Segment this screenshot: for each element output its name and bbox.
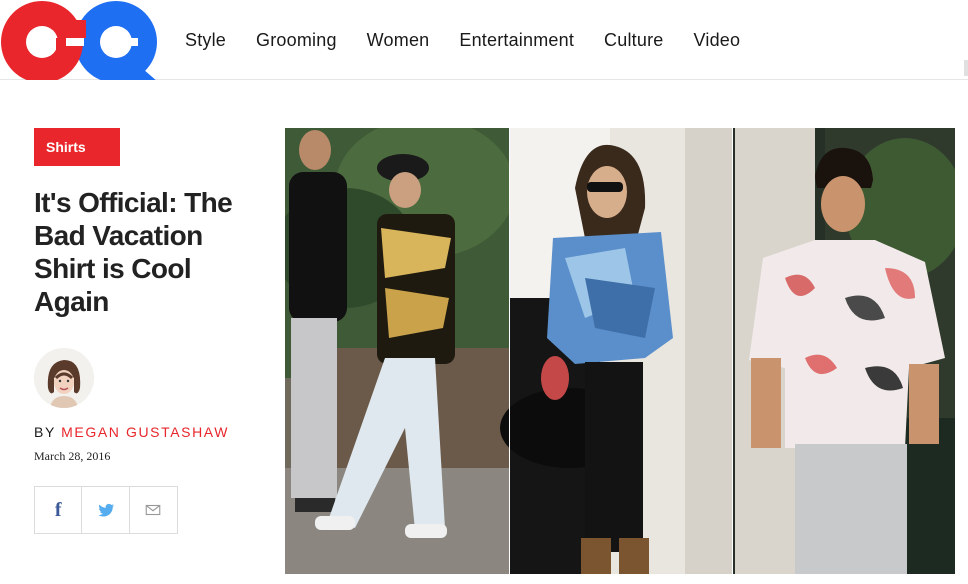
nav-item-women[interactable]: Women (367, 30, 430, 51)
author-avatar[interactable] (34, 348, 94, 408)
share-bar: f (34, 486, 178, 534)
hero-photo-collage (285, 128, 955, 574)
scrollbar-edge[interactable] (964, 60, 968, 76)
site-header: Style Grooming Women Entertainment Cultu… (0, 0, 968, 80)
email-icon (146, 504, 161, 516)
article-headline: It's Official: The Bad Vacation Shirt is… (34, 187, 233, 317)
author-link[interactable]: MEGAN GUSTASHAW (61, 424, 229, 440)
nav-item-entertainment[interactable]: Entertainment (459, 30, 574, 51)
main-nav: Style Grooming Women Entertainment Cultu… (170, 0, 755, 80)
byline-prefix: BY (34, 424, 56, 440)
nav-item-culture[interactable]: Culture (604, 30, 663, 51)
hero-image[interactable] (285, 128, 955, 574)
collage-panel-1 (285, 128, 515, 574)
share-facebook-button[interactable]: f (35, 487, 83, 533)
byline: BY MEGAN GUSTASHAW (34, 424, 229, 440)
nav-item-grooming[interactable]: Grooming (256, 30, 337, 51)
share-email-button[interactable] (130, 487, 177, 533)
category-tag[interactable]: Shirts (34, 128, 120, 166)
share-twitter-button[interactable] (82, 487, 130, 533)
nav-item-style[interactable]: Style (185, 30, 226, 51)
collage-panel-2 (500, 128, 732, 574)
publish-date: March 28, 2016 (34, 449, 111, 463)
facebook-icon: f (54, 498, 62, 521)
gq-logo[interactable] (0, 0, 160, 80)
author-portrait-illustration (34, 348, 94, 408)
nav-item-video[interactable]: Video (693, 30, 740, 51)
collage-panel-3 (733, 128, 955, 574)
twitter-icon (97, 503, 114, 517)
